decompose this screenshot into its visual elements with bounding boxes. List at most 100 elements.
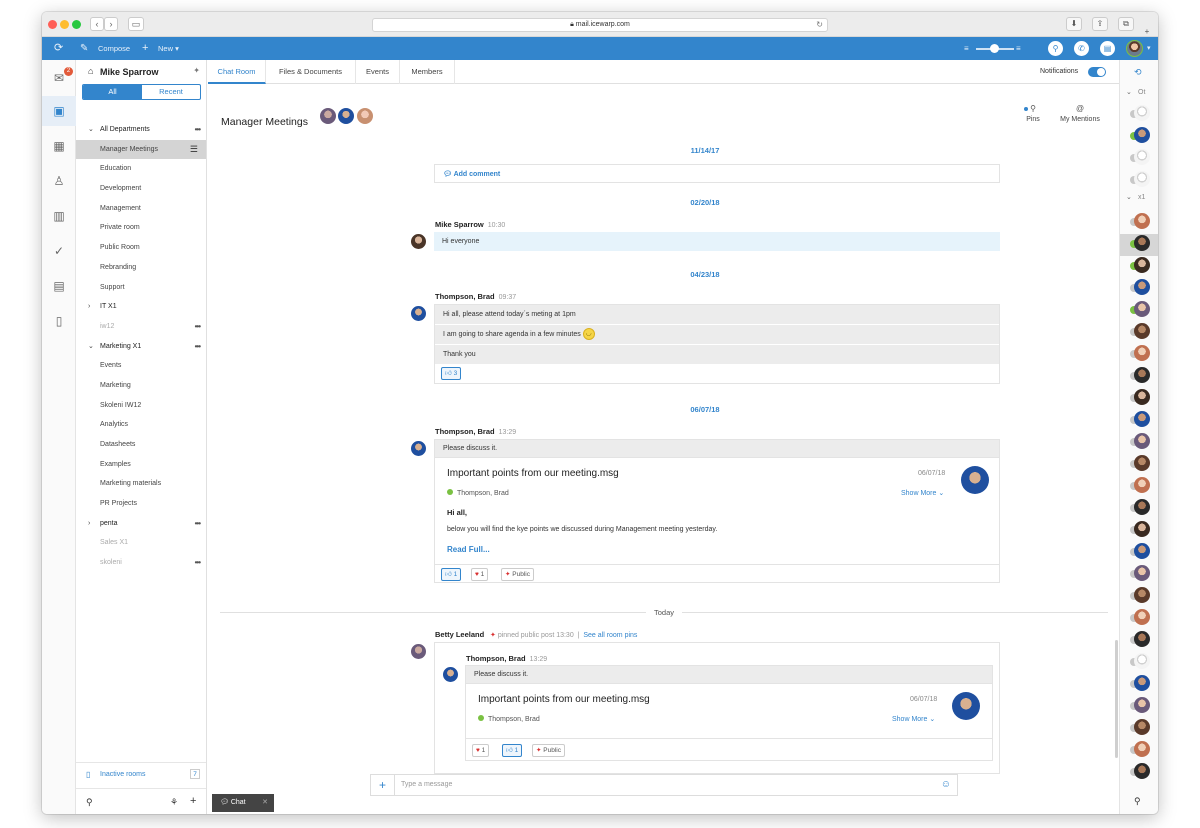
tabs-overview-icon[interactable]: ⧉ xyxy=(1118,17,1134,31)
contact-avatar[interactable] xyxy=(1134,587,1150,603)
reload-icon[interactable]: ↻ xyxy=(816,19,823,31)
chevron-down-icon[interactable]: ▾ xyxy=(1147,37,1151,60)
message-icon[interactable]: ▤ xyxy=(1100,41,1115,56)
room-item[interactable]: Public Room xyxy=(76,238,206,258)
contact-avatar[interactable] xyxy=(1134,543,1150,559)
contact-avatar[interactable] xyxy=(1134,411,1150,427)
more-options-icon[interactable]: ••• xyxy=(195,553,201,573)
contact-avatar[interactable] xyxy=(1134,631,1150,647)
contact-avatar[interactable] xyxy=(1134,521,1150,537)
minimize-window-button[interactable] xyxy=(60,20,69,29)
room-item[interactable]: Support xyxy=(76,278,206,298)
more-options-icon[interactable]: ••• xyxy=(195,514,201,534)
search-contacts-icon[interactable]: ⚲ xyxy=(1134,796,1141,807)
pin-sidebar-icon[interactable]: ✦ xyxy=(193,66,200,75)
room-item[interactable]: Development xyxy=(76,179,206,199)
density-wide-icon[interactable]: ≡ xyxy=(1016,37,1021,60)
contact-avatar[interactable] xyxy=(1134,149,1150,165)
like-reaction[interactable]: 👍︎ 3 xyxy=(441,367,462,380)
calendar-icon[interactable]: ▦ xyxy=(51,138,67,154)
attachment-card[interactable]: Important points from our meeting.msg 06… xyxy=(466,683,992,739)
more-options-icon[interactable]: ••• xyxy=(195,120,201,140)
like-reaction[interactable]: 👍︎ 1 xyxy=(502,744,523,757)
member-avatar[interactable] xyxy=(338,108,354,124)
trash-icon[interactable]: ▯ xyxy=(51,313,67,329)
contact-avatar[interactable] xyxy=(1134,127,1150,143)
room-item[interactable]: Manager Meetings ☰ xyxy=(76,139,206,160)
history-icon[interactable]: ⟲ xyxy=(1134,67,1142,78)
contact-avatar[interactable] xyxy=(1134,763,1150,779)
tab-files-documents[interactable]: Files & Documents xyxy=(266,60,356,84)
home-icon[interactable]: ⌂ xyxy=(88,66,93,76)
room-item[interactable]: Events xyxy=(76,356,206,376)
contact-avatar[interactable] xyxy=(1134,433,1150,449)
chevron-right-icon[interactable]: › xyxy=(88,514,90,534)
attachment-title[interactable]: Important points from our meeting.msg xyxy=(447,468,619,479)
contact-avatar[interactable] xyxy=(1134,345,1150,361)
density-compact-icon[interactable]: ≡ xyxy=(964,37,969,60)
contact-avatar[interactable] xyxy=(1134,499,1150,515)
room-group[interactable]: ⌄ Marketing X1 ••• xyxy=(76,337,206,357)
contact-avatar[interactable] xyxy=(1134,105,1150,121)
contact-avatar[interactable] xyxy=(1134,235,1150,251)
add-comment-link[interactable]: 💬︎ Add comment xyxy=(443,170,500,178)
room-item[interactable]: Marketing xyxy=(76,376,206,396)
menu-icon[interactable]: ☰ xyxy=(190,140,198,160)
contact-avatar[interactable] xyxy=(1134,653,1150,669)
contact-avatar[interactable] xyxy=(1134,257,1150,273)
public-pin-badge[interactable]: ✦ Public xyxy=(501,568,534,581)
contact-avatar[interactable] xyxy=(1134,455,1150,471)
contacts-icon[interactable]: ♙ xyxy=(51,173,67,189)
contact-avatar[interactable] xyxy=(1134,741,1150,757)
like-reaction[interactable]: 👍︎ 1 xyxy=(441,568,462,581)
contact-avatar[interactable] xyxy=(1134,323,1150,339)
room-item[interactable]: skoleni ••• xyxy=(76,553,206,573)
user-avatar[interactable] xyxy=(1126,40,1143,57)
tab-members[interactable]: Members xyxy=(400,60,455,84)
back-icon[interactable]: ‹ xyxy=(90,17,104,31)
heart-reaction[interactable]: ♥ 1 xyxy=(471,568,489,581)
refresh-icon[interactable]: ⟳ xyxy=(54,37,63,60)
compose-button[interactable]: Compose xyxy=(98,37,130,60)
contact-avatar[interactable] xyxy=(1134,301,1150,317)
density-slider-knob[interactable] xyxy=(990,44,999,53)
room-item[interactable]: Management xyxy=(76,199,206,219)
notes-icon[interactable]: ▤ xyxy=(51,278,67,294)
contact-avatar[interactable] xyxy=(1134,477,1150,493)
chat-dock-tab[interactable]: 💬︎ Chat ✕ xyxy=(212,794,274,812)
emoji-icon[interactable]: ☺ xyxy=(941,779,951,790)
room-item[interactable]: Education xyxy=(76,159,206,179)
notifications-toggle[interactable] xyxy=(1088,67,1106,77)
room-item[interactable]: Private room xyxy=(76,218,206,238)
phone-icon[interactable]: ✆ xyxy=(1074,41,1089,56)
room-item[interactable]: Datasheets xyxy=(76,435,206,455)
tab-events[interactable]: Events xyxy=(356,60,400,84)
more-options-icon[interactable]: ••• xyxy=(195,337,201,357)
chevron-down-icon[interactable]: ⌄ xyxy=(1126,88,1132,96)
contact-avatar[interactable] xyxy=(1134,171,1150,187)
room-group[interactable]: › IT X1 xyxy=(76,297,206,317)
tab-chat-room[interactable]: Chat Room xyxy=(208,60,266,84)
chevron-down-icon[interactable]: ⌄ xyxy=(88,337,94,357)
public-pin-badge[interactable]: ✦ Public xyxy=(532,744,565,757)
room-group[interactable]: ⌄ All Departments ••• xyxy=(76,120,206,140)
see-all-pins-link[interactable]: See all room pins xyxy=(583,632,637,639)
inactive-rooms-bar[interactable]: ▯ Inactive rooms 7 xyxy=(76,762,206,786)
room-item[interactable]: iw12 ••• xyxy=(76,317,206,337)
compose-icon[interactable]: ✎ xyxy=(80,37,88,60)
teamchat-icon[interactable]: ▣ xyxy=(51,103,67,119)
close-icon[interactable]: ✕ xyxy=(262,794,268,812)
show-more-link[interactable]: Show More ⌄ xyxy=(901,489,944,497)
contact-avatar[interactable] xyxy=(1134,389,1150,405)
chevron-down-icon[interactable]: ⌄ xyxy=(1126,193,1132,201)
chevron-down-icon[interactable]: ⌄ xyxy=(88,120,94,140)
address-bar[interactable]: 🔒︎ mail.icewarp.com ↻ xyxy=(372,18,828,32)
contact-avatar[interactable] xyxy=(1134,675,1150,691)
filter-all-button[interactable]: All xyxy=(83,85,142,99)
zoom-window-button[interactable] xyxy=(72,20,81,29)
plus-icon[interactable]: + xyxy=(142,37,148,60)
contact-avatar[interactable] xyxy=(1134,565,1150,581)
contact-avatar[interactable] xyxy=(1134,697,1150,713)
new-button[interactable]: New ▾ xyxy=(158,37,179,60)
room-item[interactable]: Analytics xyxy=(76,415,206,435)
